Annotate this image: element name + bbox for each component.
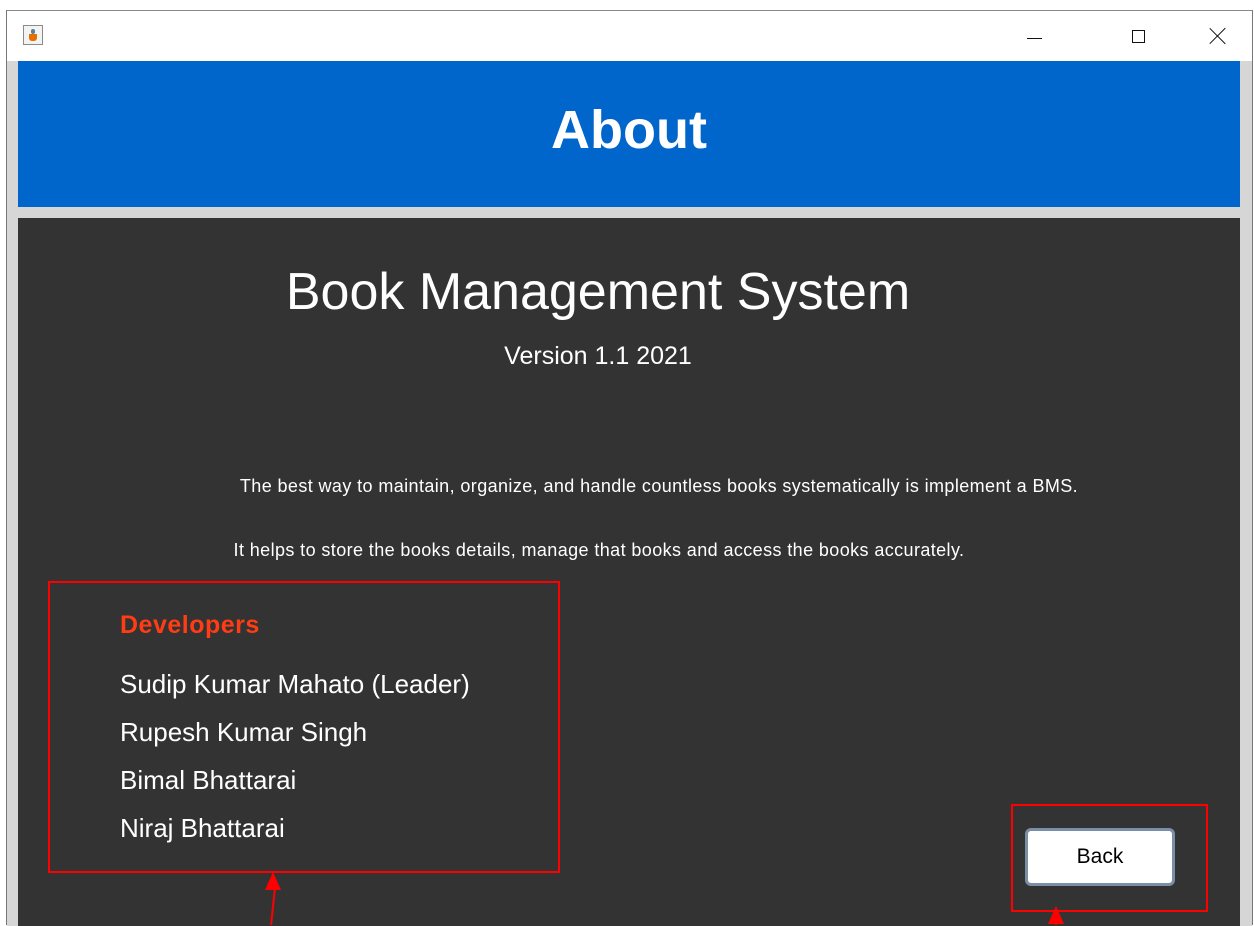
minimize-button[interactable] [1019,23,1049,49]
close-icon [1209,27,1227,45]
maximize-icon [1131,29,1145,43]
java-cup-shape [29,34,37,41]
main-panel: Book Management System Version 1.1 2021 … [18,218,1240,926]
developers-list: Sudip Kumar Mahato (Leader) Rupesh Kumar… [120,669,470,861]
close-button[interactable] [1203,23,1233,49]
app-version: Version 1.1 2021 [504,342,692,370]
description-line-2: It helps to store the books details, man… [233,540,965,560]
developer-name: Niraj Bhattarai [120,813,285,843]
developer-name: Rupesh Kumar Singh [120,717,368,747]
developer-name: Bimal Bhattarai [120,765,297,795]
about-window: About Book Management System Version 1.1… [6,10,1253,926]
window-content: About Book Management System Version 1.1… [7,61,1252,926]
description-line-1: The best way to maintain, organize, and … [239,476,1079,496]
developer-name: Sudip Kumar Mahato (Leader) [120,669,470,699]
app-name: Book Management System [285,263,911,321]
minimize-icon [1026,37,1042,39]
java-app-icon [23,25,43,45]
developers-heading: Developers [120,611,260,639]
back-highlight-box: Back [1011,804,1208,912]
page-title: About [551,100,707,160]
title-bar[interactable] [7,11,1252,61]
developers-highlight-box: Developers Sudip Kumar Mahato (Leader) R… [48,581,560,873]
maximize-button[interactable] [1123,23,1153,49]
header-band: About [18,61,1240,207]
back-button[interactable]: Back [1025,828,1175,886]
annotation-arrow-stem-back [1055,920,1057,925]
